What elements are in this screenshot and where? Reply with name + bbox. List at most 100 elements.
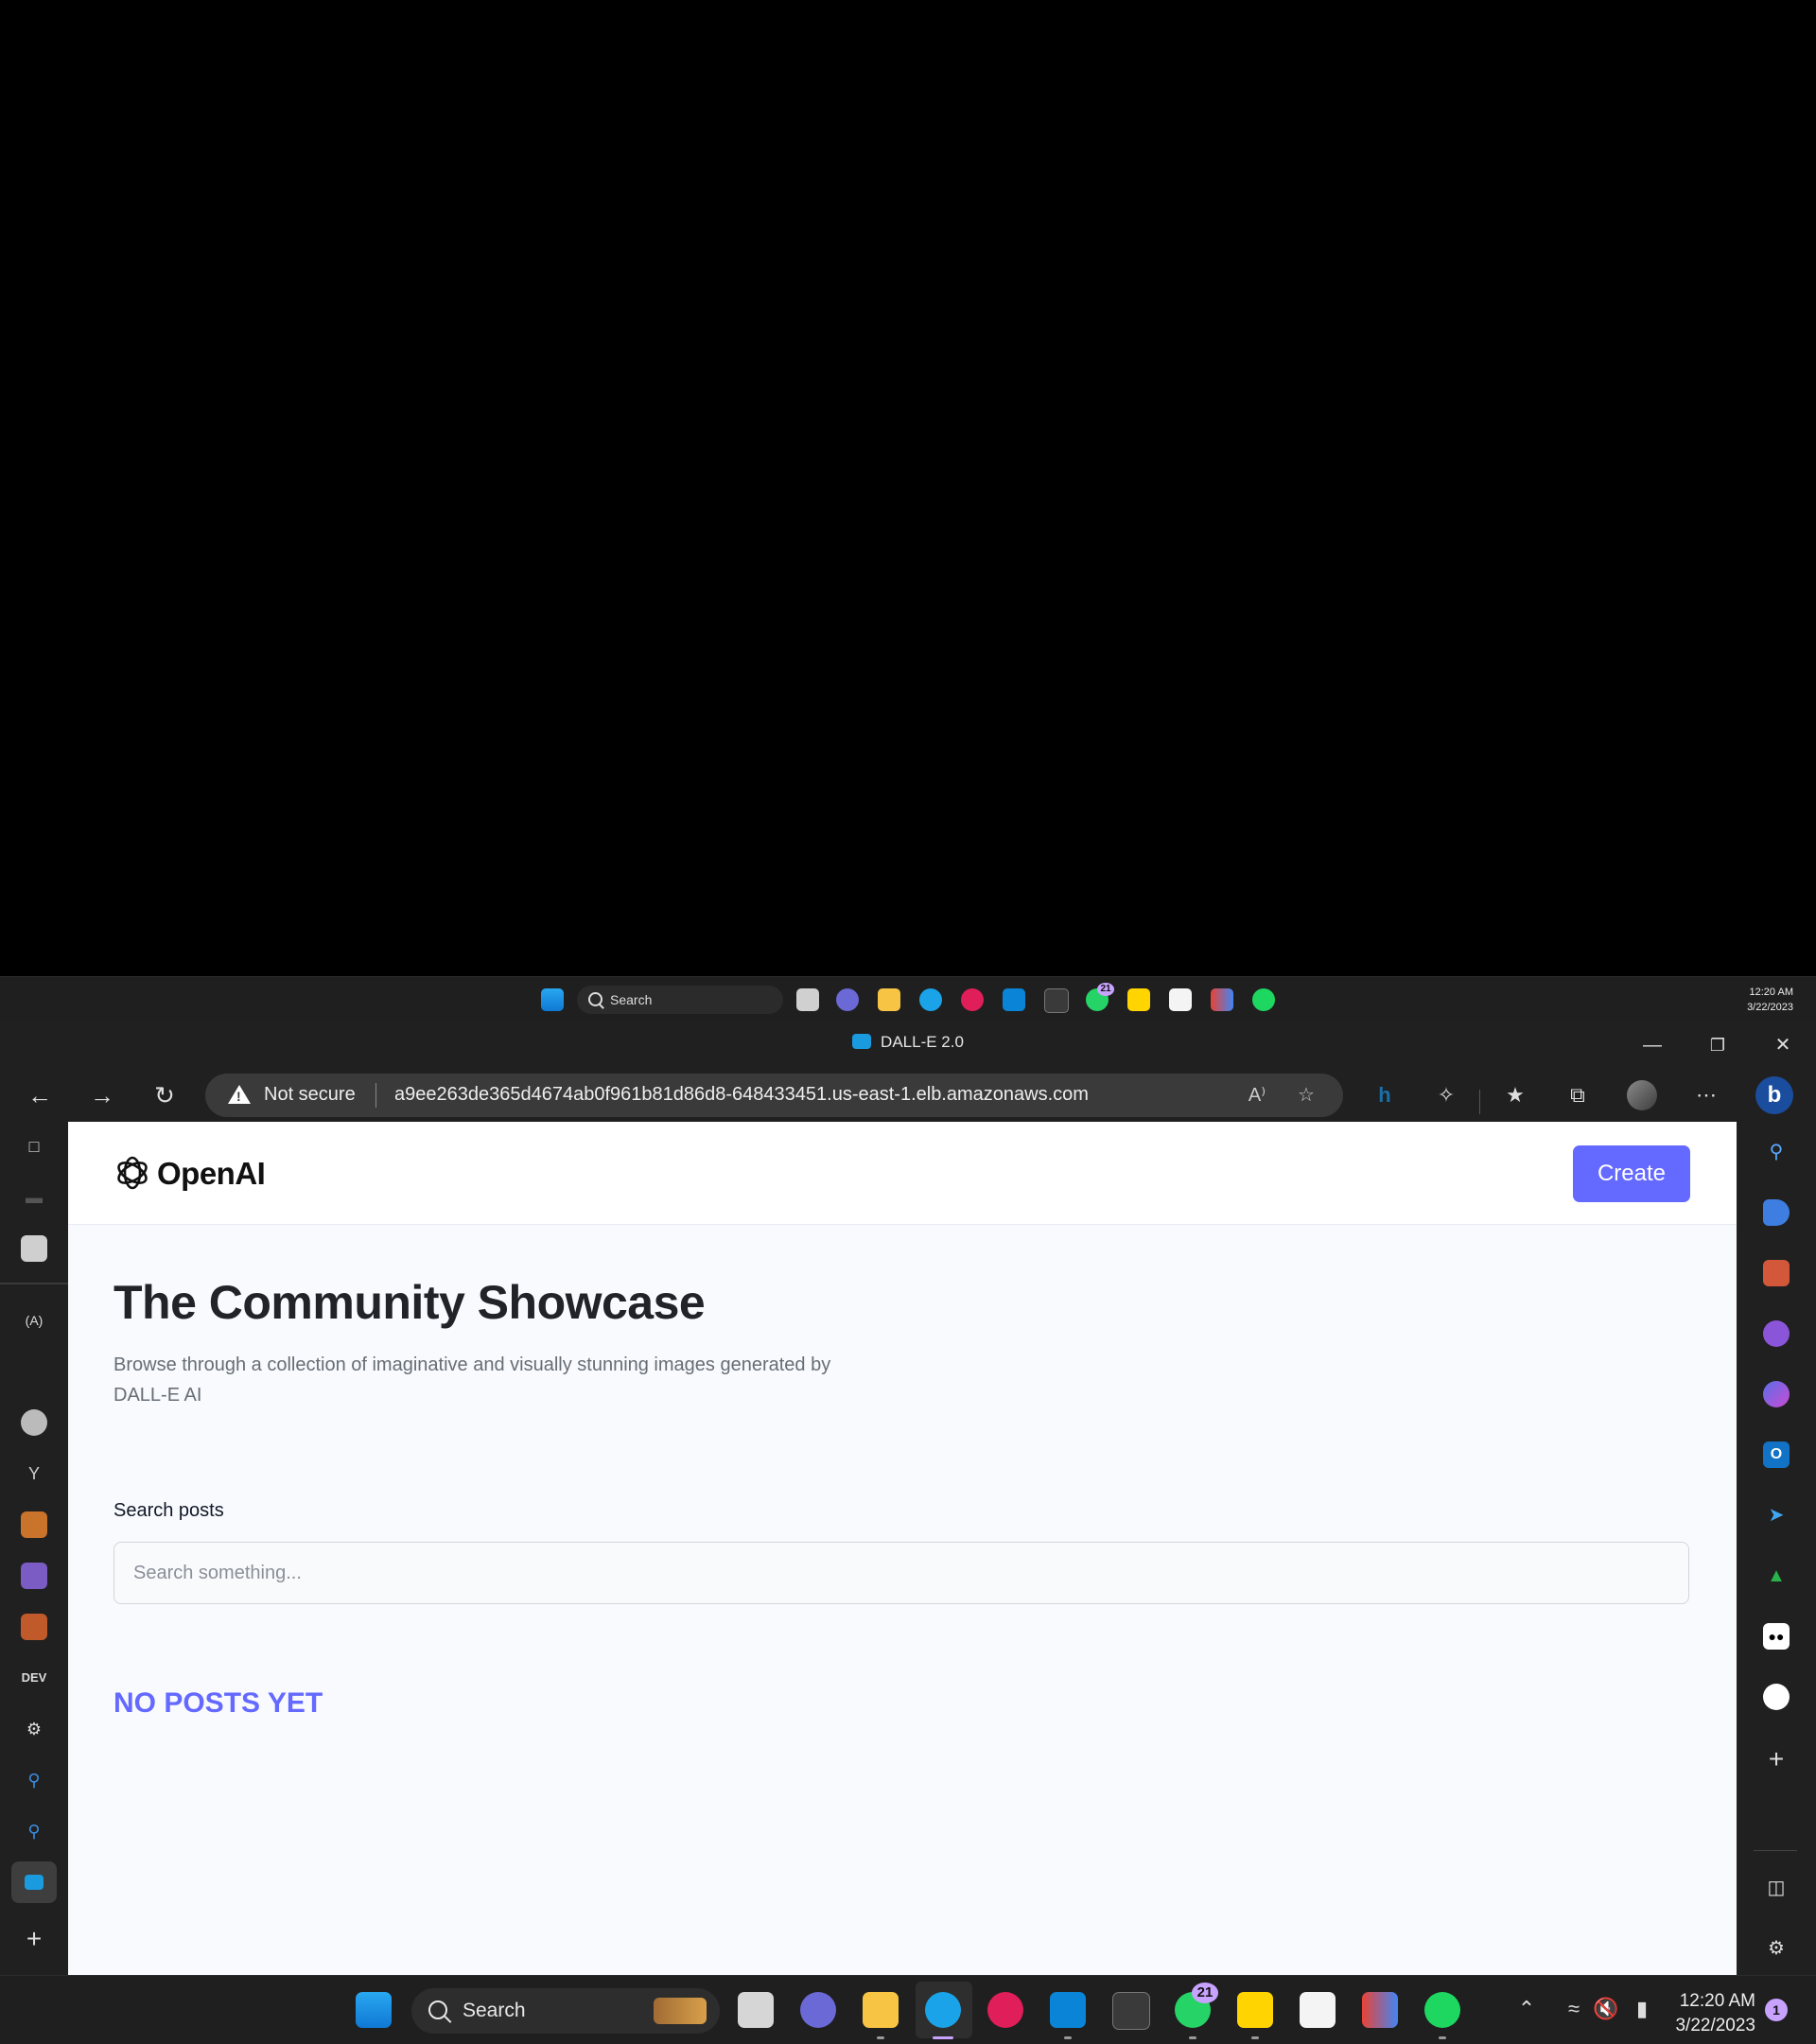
github-icon[interactable]	[1763, 1684, 1790, 1710]
wifi-icon[interactable]: ≈	[1561, 1997, 1587, 2021]
task-view-icon[interactable]	[738, 1992, 774, 2028]
folder-icon[interactable]: ▬	[21, 1184, 47, 1211]
solitaire-icon[interactable]	[1169, 988, 1192, 1011]
spotify-icon[interactable]	[1252, 988, 1275, 1011]
create-button[interactable]: Create	[1573, 1145, 1690, 1202]
new-tab-icon[interactable]: +	[21, 1926, 47, 1952]
sticky-notes-icon[interactable]	[1237, 1992, 1273, 2028]
spotify-icon[interactable]	[1424, 1992, 1460, 2028]
file-explorer-icon[interactable]	[863, 1992, 899, 2028]
top-taskbar-search-label: Search	[610, 992, 653, 1007]
close-button[interactable]: ✕	[1769, 1031, 1797, 1059]
collections-icon[interactable]: ⧉	[1564, 1082, 1591, 1109]
file-explorer-icon[interactable]	[878, 988, 900, 1011]
grafana-icon[interactable]	[21, 1614, 47, 1640]
page-subtitle: Browse through a collection of imaginati…	[114, 1354, 831, 1406]
bing-chat-icon[interactable]: b	[1755, 1076, 1793, 1114]
settings-gear-icon[interactable]: ⚙	[1763, 1935, 1790, 1962]
windows-start-icon[interactable]	[356, 1992, 392, 2028]
book-icon[interactable]	[21, 1235, 47, 1262]
gmail-icon[interactable]	[1211, 988, 1233, 1011]
windows-start-icon[interactable]	[541, 988, 564, 1011]
taskbar-clock[interactable]: 12:20 AM 3/22/2023	[1661, 1989, 1755, 2038]
terraform-icon[interactable]: Y	[21, 1460, 47, 1487]
vscode-icon[interactable]	[1003, 988, 1025, 1011]
battery-icon[interactable]: ▮	[1629, 1997, 1655, 2021]
gmail-icon[interactable]	[1362, 1992, 1398, 2028]
tray-overflow-chevron-icon[interactable]: ⌃	[1513, 1997, 1540, 2021]
slack-icon[interactable]	[987, 1992, 1023, 2028]
microsoft365-icon[interactable]	[1763, 1381, 1790, 1407]
right-sidebar: ⚲ O ➤ ▲ ●● + ◫ ⚙	[1737, 1122, 1816, 1975]
restore-button[interactable]: ❐	[1703, 1031, 1732, 1059]
teams-chat-icon[interactable]	[800, 1992, 836, 2028]
read-aloud-icon[interactable]: A⁾	[1246, 1084, 1268, 1107]
warning-icon	[228, 1085, 251, 1104]
refresh-button[interactable]: ↻	[149, 1080, 180, 1110]
tab-actions-icon[interactable]: □	[21, 1133, 47, 1160]
tools-briefcase-icon[interactable]	[1763, 1260, 1790, 1286]
aws-amplify-icon[interactable]: (A)	[21, 1307, 47, 1334]
edge-icon[interactable]	[925, 1992, 961, 2028]
edge-icon[interactable]	[919, 988, 942, 1011]
aws-package-icon[interactable]	[21, 1511, 47, 1538]
document-settings-icon[interactable]: ⚙	[21, 1716, 47, 1742]
sidebar-divider	[0, 1283, 68, 1284]
navigation-bar: ← → ↻ Not secure a9ee263de365d4674ab0f96…	[0, 1069, 1816, 1122]
address-bar[interactable]: Not secure a9ee263de365d4674ab0f961b81d8…	[205, 1074, 1343, 1117]
shopping-tag-icon[interactable]	[1763, 1199, 1790, 1226]
whatsapp-icon[interactable]: 21	[1175, 1983, 1218, 2028]
volume-muted-icon[interactable]: 🔇	[1593, 1997, 1619, 2021]
outlook-icon[interactable]: O	[1763, 1441, 1790, 1468]
games-icon[interactable]	[1763, 1320, 1790, 1347]
running-indicator	[1251, 2036, 1259, 2039]
profile-avatar[interactable]	[1627, 1080, 1657, 1110]
search-icon[interactable]: ⚲	[1763, 1139, 1790, 1165]
toolbar-separator	[1479, 1090, 1480, 1114]
notification-center-badge[interactable]: 1	[1765, 1999, 1788, 2021]
forward-button[interactable]: →	[87, 1080, 117, 1110]
search-tab-icon[interactable]: ⚲	[21, 1767, 47, 1793]
running-indicator	[1439, 2036, 1446, 2039]
sticky-notes-icon[interactable]	[1127, 988, 1150, 1011]
favorites-icon[interactable]: ★	[1502, 1082, 1528, 1109]
minimize-button[interactable]: —	[1638, 1031, 1667, 1059]
medium-icon[interactable]: ●●	[1763, 1623, 1790, 1650]
active-tab-dall-e[interactable]	[11, 1861, 57, 1903]
send-icon[interactable]: ➤	[1763, 1502, 1790, 1529]
running-indicator	[1189, 2036, 1196, 2039]
taskbar-clock-time: 12:20 AM	[1679, 1991, 1755, 2011]
vscode-icon[interactable]	[1050, 1992, 1086, 2028]
more-options-icon[interactable]: ⋯	[1693, 1082, 1720, 1109]
url-text[interactable]: a9ee263de365d4674ab0f961b81d86d8-6484334…	[394, 1084, 1089, 1106]
task-view-icon[interactable]	[796, 988, 819, 1011]
extensions-puzzle-icon[interactable]: ✧	[1433, 1082, 1459, 1109]
whatsapp-icon[interactable]: 21	[1086, 983, 1114, 1011]
terminal-icon[interactable]	[1044, 988, 1069, 1013]
slack-icon[interactable]	[961, 988, 984, 1011]
tab-title-text: DALL-E 2.0	[881, 1033, 964, 1051]
tree-icon[interactable]: ▲	[1763, 1563, 1790, 1589]
add-favorite-icon[interactable]: ☆	[1295, 1084, 1318, 1107]
github-icon[interactable]	[21, 1409, 47, 1436]
teams-chat-icon[interactable]	[836, 988, 859, 1011]
active-indicator	[933, 2036, 953, 2039]
search-tab-icon-2[interactable]: ⚲	[21, 1818, 47, 1844]
top-taskbar-search[interactable]: Search	[577, 986, 783, 1014]
dev-to-icon[interactable]: DEV	[21, 1665, 47, 1691]
top-taskbar: Search 21 12:20 AM 3/22/2023	[0, 976, 1816, 1022]
add-icon[interactable]: +	[1763, 1746, 1790, 1773]
sidebar-toggle-icon[interactable]: ◫	[1763, 1875, 1790, 1901]
search-posts-input[interactable]	[114, 1542, 1689, 1604]
extension-icon[interactable]: h	[1371, 1082, 1398, 1109]
search-posts-label: Search posts	[114, 1500, 224, 1521]
solitaire-icon[interactable]	[1300, 1992, 1336, 2028]
back-button[interactable]: ←	[25, 1080, 55, 1110]
security-indicator[interactable]: Not secure	[264, 1084, 356, 1106]
taskbar-search[interactable]: Search	[411, 1988, 720, 2034]
blank-tab-icon[interactable]	[21, 1358, 47, 1385]
top-clock[interactable]: 12:20 AM 3/22/2023	[1747, 985, 1793, 1015]
terminal-icon[interactable]	[1112, 1992, 1150, 2030]
database-icon[interactable]	[21, 1563, 47, 1589]
page-title: The Community Showcase	[114, 1276, 706, 1329]
